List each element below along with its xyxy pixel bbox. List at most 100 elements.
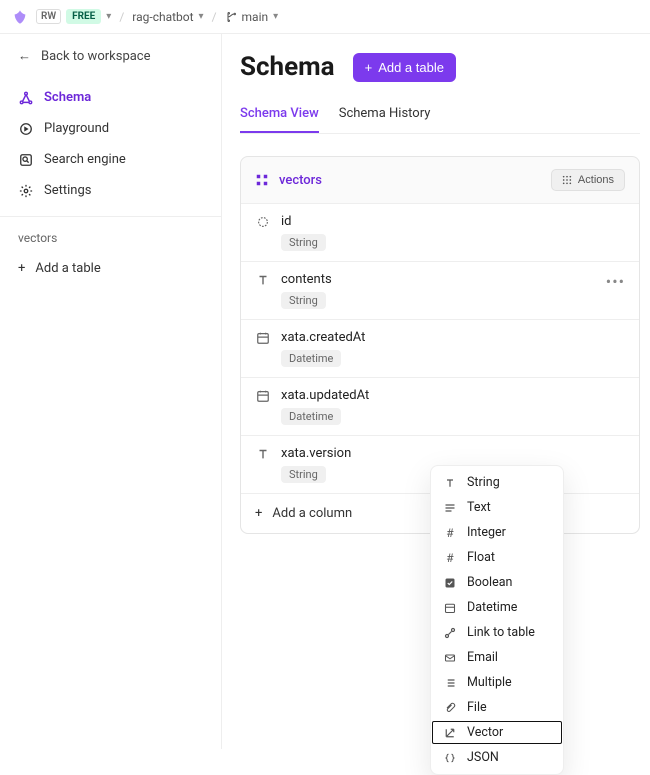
- branch-name: main: [242, 10, 269, 24]
- dropdown-item-link-to-table[interactable]: Link to table: [431, 620, 563, 645]
- tab-schema-history[interactable]: Schema History: [339, 100, 431, 133]
- workspace-crumb[interactable]: RW FREE ▾: [36, 9, 111, 24]
- dropdown-item-boolean[interactable]: Boolean: [431, 570, 563, 595]
- project-crumb[interactable]: rag-chatbot ▾: [132, 10, 203, 24]
- text-type-icon: [443, 477, 457, 489]
- sidebar-item-search-engine[interactable]: Search engine: [8, 144, 213, 175]
- text-type-icon: [255, 272, 271, 287]
- gear-icon: [18, 184, 34, 198]
- breadcrumb-separator: /: [212, 10, 217, 24]
- tabs: Schema View Schema History: [240, 100, 640, 134]
- dropdown-item-string[interactable]: String: [431, 470, 563, 495]
- dropdown-item-label: Datetime: [467, 600, 517, 615]
- dropdown-item-label: Vector: [467, 725, 503, 740]
- plus-icon: +: [365, 60, 373, 75]
- plan-badge: FREE: [66, 9, 101, 24]
- sidebar-item-label: Settings: [44, 183, 91, 198]
- table-icon: [255, 173, 269, 187]
- dropdown-item-label: Text: [467, 500, 491, 515]
- vector-icon: [443, 727, 457, 739]
- page-title: Schema: [240, 52, 335, 82]
- add-column-label: Add a column: [272, 506, 352, 521]
- hash-icon: #: [443, 551, 457, 565]
- column-name: xata.createdAt: [281, 330, 365, 345]
- logo-icon: [12, 9, 28, 25]
- top-bar: RW FREE ▾ / rag-chatbot ▾ / main ▾: [0, 0, 650, 34]
- tables-section-label: vectors: [0, 217, 221, 253]
- column-type-dropdown: String Text # Integer # Float Boolean Da…: [430, 465, 564, 775]
- datetime-icon: [255, 388, 271, 403]
- column-type-badge: String: [281, 234, 326, 251]
- chevron-down-icon: ▾: [273, 11, 278, 22]
- dropdown-item-multiple[interactable]: Multiple: [431, 670, 563, 695]
- dropdown-item-file[interactable]: File: [431, 695, 563, 720]
- sidebar-item-label: Playground: [44, 121, 109, 136]
- column-row: xata.createdAt Datetime: [241, 319, 639, 377]
- workspace-badge: RW: [36, 9, 61, 24]
- column-name: id: [281, 214, 326, 229]
- list-icon: [443, 677, 457, 689]
- project-name: rag-chatbot: [132, 10, 193, 24]
- id-icon: [255, 214, 271, 229]
- checkbox-icon: [443, 577, 457, 589]
- grid-icon: [562, 175, 572, 185]
- actions-button[interactable]: Actions: [551, 169, 625, 191]
- add-table-label: Add a table: [35, 261, 100, 276]
- column-name: contents: [281, 272, 332, 287]
- datetime-icon: [443, 602, 457, 614]
- column-menu-button[interactable]: •••: [606, 272, 625, 291]
- back-to-workspace[interactable]: ← Back to workspace: [0, 34, 221, 78]
- column-row: contents String •••: [241, 261, 639, 319]
- dropdown-item-float[interactable]: # Float: [431, 545, 563, 570]
- dropdown-item-label: Integer: [467, 525, 506, 540]
- sidebar-item-playground[interactable]: Playground: [8, 113, 213, 144]
- column-name: xata.updatedAt: [281, 388, 369, 403]
- column-row: xata.updatedAt Datetime: [241, 377, 639, 435]
- branch-crumb[interactable]: main ▾: [225, 10, 279, 24]
- column-type-badge: String: [281, 292, 326, 309]
- paperclip-icon: [443, 702, 457, 714]
- dropdown-item-label: Multiple: [467, 675, 512, 690]
- datetime-icon: [255, 330, 271, 345]
- dropdown-item-label: Float: [467, 550, 495, 565]
- tab-schema-view[interactable]: Schema View: [240, 100, 319, 133]
- sidebar-add-table[interactable]: + Add a table: [0, 253, 221, 284]
- dropdown-item-label: JSON: [467, 750, 499, 765]
- email-icon: [443, 652, 457, 664]
- text-lines-icon: [443, 502, 457, 514]
- dropdown-item-integer[interactable]: # Integer: [431, 520, 563, 545]
- table-name[interactable]: vectors: [255, 173, 322, 188]
- dropdown-item-text[interactable]: Text: [431, 495, 563, 520]
- chevron-down-icon: ▾: [106, 11, 111, 22]
- json-icon: [443, 752, 457, 764]
- branch-icon: [225, 11, 237, 23]
- hash-icon: #: [443, 526, 457, 540]
- add-table-button[interactable]: + Add a table: [353, 53, 456, 82]
- plus-icon: +: [255, 506, 262, 521]
- dropdown-item-email[interactable]: Email: [431, 645, 563, 670]
- sidebar-item-schema[interactable]: Schema: [8, 82, 213, 113]
- dropdown-item-label: File: [467, 700, 487, 715]
- column-type-badge: Datetime: [281, 350, 341, 367]
- main-content: Schema + Add a table Schema View Schema …: [222, 34, 650, 749]
- back-label: Back to workspace: [41, 49, 151, 64]
- column-row: id String: [241, 203, 639, 261]
- dropdown-item-vector[interactable]: Vector: [431, 720, 563, 745]
- dropdown-item-label: Link to table: [467, 625, 535, 640]
- chevron-down-icon: ▾: [199, 11, 204, 22]
- sidebar-nav: Schema Playground Search engine Settings: [0, 78, 221, 217]
- actions-label: Actions: [578, 174, 614, 186]
- text-type-icon: [255, 446, 271, 461]
- column-type-badge: String: [281, 466, 326, 483]
- sidebar-item-settings[interactable]: Settings: [8, 175, 213, 206]
- plus-icon: +: [18, 261, 25, 276]
- dropdown-item-datetime[interactable]: Datetime: [431, 595, 563, 620]
- sidebar-item-label: Schema: [44, 90, 91, 105]
- playground-icon: [18, 122, 34, 136]
- arrow-left-icon: ←: [18, 48, 31, 64]
- dropdown-item-label: Boolean: [467, 575, 512, 590]
- nodes-icon: [18, 91, 34, 105]
- sidebar-item-label: Search engine: [44, 152, 126, 167]
- add-table-button-label: Add a table: [378, 60, 444, 75]
- breadcrumb-separator: /: [119, 10, 124, 24]
